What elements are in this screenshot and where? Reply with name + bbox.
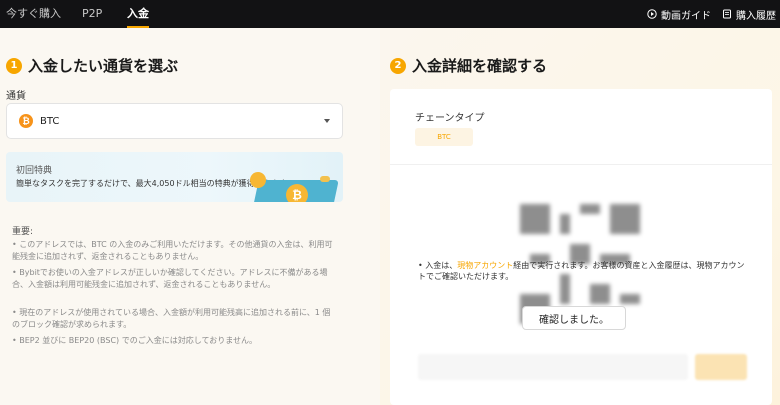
note-item: • BEP2 並びに BEP20 (BSC) でのご入金には対応しておりません。 bbox=[12, 336, 257, 345]
card-divider bbox=[390, 164, 772, 165]
video-guide-link[interactable]: 動画ガイド bbox=[647, 0, 711, 28]
blurred-copy-button bbox=[695, 354, 747, 380]
small-coin-icon bbox=[250, 172, 266, 188]
tab-deposit[interactable]: 入金 bbox=[127, 0, 149, 28]
currency-select[interactable]: ₿ BTC bbox=[6, 103, 343, 139]
currency-select-value: BTC bbox=[40, 115, 60, 127]
play-circle-icon bbox=[647, 9, 657, 19]
confirm-button[interactable]: 確認しました。 bbox=[522, 306, 626, 330]
video-guide-label: 動画ガイド bbox=[661, 10, 711, 22]
caret-down-icon bbox=[324, 119, 330, 123]
coin-stack-icon bbox=[320, 176, 330, 182]
blurred-address-label bbox=[420, 179, 423, 189]
notice-prefix: • 入金は、 bbox=[418, 261, 458, 270]
deposit-notice: • 入金は、現物アカウント経由で実行されます。お客様の資産と入金履歴は、現物アカ… bbox=[418, 260, 748, 282]
important-notes-title: 重要: bbox=[12, 227, 34, 237]
first-time-bonus-banner[interactable]: 初回特典 簡単なタスクを完了するだけで、最大4,050ドル相当の特典が獲得できま… bbox=[6, 152, 343, 202]
note-item: • このアドレスでは、BTC の入金のみご利用いただけます。その他通貨の入金は、… bbox=[12, 240, 333, 261]
note-item: • Bybitでお使いの入金アドレスが正しいか確認してください。アドレスに不備が… bbox=[12, 268, 328, 289]
purchase-history-link[interactable]: 購入履歴 bbox=[722, 0, 776, 28]
receipt-icon bbox=[723, 9, 731, 19]
spot-account-link[interactable]: 現物アカウント bbox=[457, 261, 513, 270]
chain-type-label: チェーンタイプ bbox=[415, 113, 485, 124]
purchase-history-label: 購入履歴 bbox=[736, 10, 776, 22]
deposit-details-card: チェーンタイプ BTC bbox=[390, 89, 772, 405]
step2-title: 入金詳細を確認する bbox=[412, 57, 548, 75]
blurred-address-field bbox=[418, 354, 688, 380]
step1-number-badge: 1 bbox=[6, 57, 22, 74]
step1-heading: 1 入金したい通貨を選ぶ bbox=[6, 55, 178, 76]
promo-title: 初回特典 bbox=[16, 166, 53, 176]
note-item: • 現在のアドレスが使用されている場合、入金額が利用可能残高に追加される前に、1… bbox=[12, 308, 331, 329]
step2-number-badge: 2 bbox=[390, 57, 406, 74]
bitcoin-coin-icon: ₿ bbox=[286, 184, 308, 202]
btc-coin-icon: ₿ bbox=[19, 114, 33, 128]
chain-type-chip[interactable]: BTC bbox=[415, 128, 473, 146]
tab-p2p[interactable]: P2P bbox=[82, 0, 102, 28]
step1-title: 入金したい通貨を選ぶ bbox=[28, 57, 179, 75]
step2-heading: 2 入金詳細を確認する bbox=[390, 55, 547, 76]
currency-label: 通貨 bbox=[6, 91, 26, 102]
top-nav-bar: 今すぐ購入 P2P 入金 動画ガイド 購入履歴 bbox=[0, 0, 780, 28]
tab-buy-now[interactable]: 今すぐ購入 bbox=[6, 0, 61, 28]
